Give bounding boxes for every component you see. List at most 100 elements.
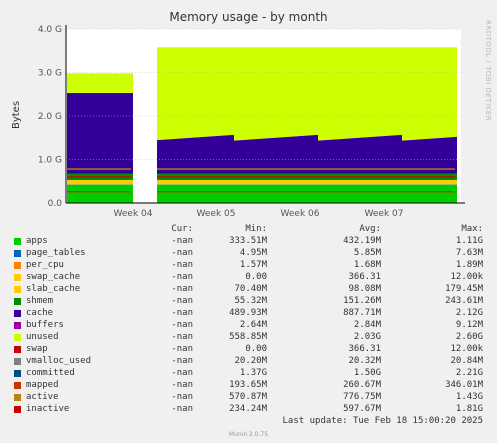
area-slab_cache (105, 180, 106, 185)
area-unused (180, 47, 181, 139)
area-apps (80, 184, 81, 203)
area-cache (393, 135, 394, 174)
area-slab_cache (244, 180, 245, 185)
area-slab_cache (453, 180, 454, 185)
area-unused (166, 47, 167, 140)
legend-row: shmem -nan 55.32M 151.26M 243.61M (0, 296, 497, 308)
area-apps (70, 184, 71, 203)
area-apps (455, 184, 456, 203)
area-unused (252, 47, 253, 140)
area-cache (311, 135, 312, 174)
legend-swatch (14, 274, 21, 281)
area-apps (111, 184, 112, 203)
area-apps (94, 184, 95, 203)
area-cache (282, 137, 283, 174)
area-slab_cache (280, 180, 281, 185)
legend-avg: 1.50G (353, 368, 381, 378)
y-tick-label: 0.0 (48, 199, 63, 209)
area-apps (375, 184, 376, 203)
area-apps (374, 184, 375, 203)
area-apps (189, 184, 190, 203)
area-cache (233, 134, 234, 174)
area-slab_cache (178, 180, 179, 185)
area-apps (441, 184, 442, 203)
area-cache (390, 135, 391, 174)
area-unused (453, 47, 454, 137)
area-apps (321, 184, 322, 203)
area-apps (132, 184, 133, 203)
area-slab_cache (334, 180, 335, 185)
area-apps (451, 184, 452, 203)
legend-min: 55.32M (234, 296, 267, 306)
area-slab_cache (383, 180, 384, 185)
area-cache (271, 138, 272, 174)
area-apps (82, 184, 83, 203)
area-unused (81, 73, 82, 93)
area-slab_cache (247, 180, 248, 185)
area-slab_cache (202, 180, 203, 185)
area-slab_cache (126, 180, 127, 185)
area-apps (307, 184, 308, 203)
area-unused (364, 47, 365, 138)
area-unused (360, 47, 361, 138)
area-apps (194, 184, 195, 203)
area-unused (79, 73, 80, 93)
area-slab_cache (378, 180, 379, 185)
area-unused (433, 47, 434, 139)
area-apps (327, 184, 328, 203)
area-slab_cache (418, 180, 419, 185)
area-apps (211, 184, 212, 203)
area-apps (124, 184, 125, 203)
area-unused (318, 47, 319, 141)
area-slab_cache (272, 180, 273, 185)
area-unused (230, 47, 231, 135)
area-cache (230, 135, 231, 174)
area-slab_cache (123, 180, 124, 185)
area-cache (367, 137, 368, 174)
area-cache (364, 137, 365, 174)
area-slab_cache (332, 180, 333, 185)
area-unused (96, 73, 97, 93)
area-slab_cache (77, 180, 78, 185)
area-cache (423, 139, 424, 174)
area-slab_cache (436, 180, 437, 185)
area-slab_cache (386, 180, 387, 185)
area-apps (312, 184, 313, 203)
area-unused (334, 47, 335, 140)
area-unused (397, 47, 398, 136)
area-cache (278, 137, 279, 174)
area-slab_cache (86, 180, 87, 185)
area-apps (303, 184, 304, 203)
legend-avg: 366.31 (348, 344, 381, 354)
area-unused (378, 47, 379, 137)
area-apps (428, 184, 429, 203)
area-slab_cache (127, 180, 128, 185)
legend-cur: -nan (171, 392, 193, 402)
area-apps (324, 184, 325, 203)
area-slab_cache (165, 180, 166, 185)
area-unused (420, 47, 421, 140)
area-cache (205, 136, 206, 174)
area-slab_cache (206, 180, 207, 185)
area-cache (307, 135, 308, 174)
area-slab_cache (275, 180, 276, 185)
legend-swatch (14, 370, 21, 377)
area-slab_cache (125, 180, 126, 185)
area-slab_cache (163, 180, 164, 185)
area-unused (409, 47, 410, 140)
area-slab_cache (448, 180, 449, 185)
area-apps (121, 184, 122, 203)
area-unused (421, 47, 422, 140)
area-cache (279, 137, 280, 174)
area-unused (237, 47, 238, 141)
area-apps (398, 184, 399, 203)
area-slab_cache (417, 180, 418, 185)
area-apps (355, 184, 356, 203)
area-unused (416, 47, 417, 140)
area-cache (387, 135, 388, 174)
area-unused (406, 47, 407, 141)
area-unused (113, 73, 114, 93)
area-slab_cache (302, 180, 303, 185)
area-unused (283, 47, 284, 138)
area-slab_cache (322, 180, 323, 185)
